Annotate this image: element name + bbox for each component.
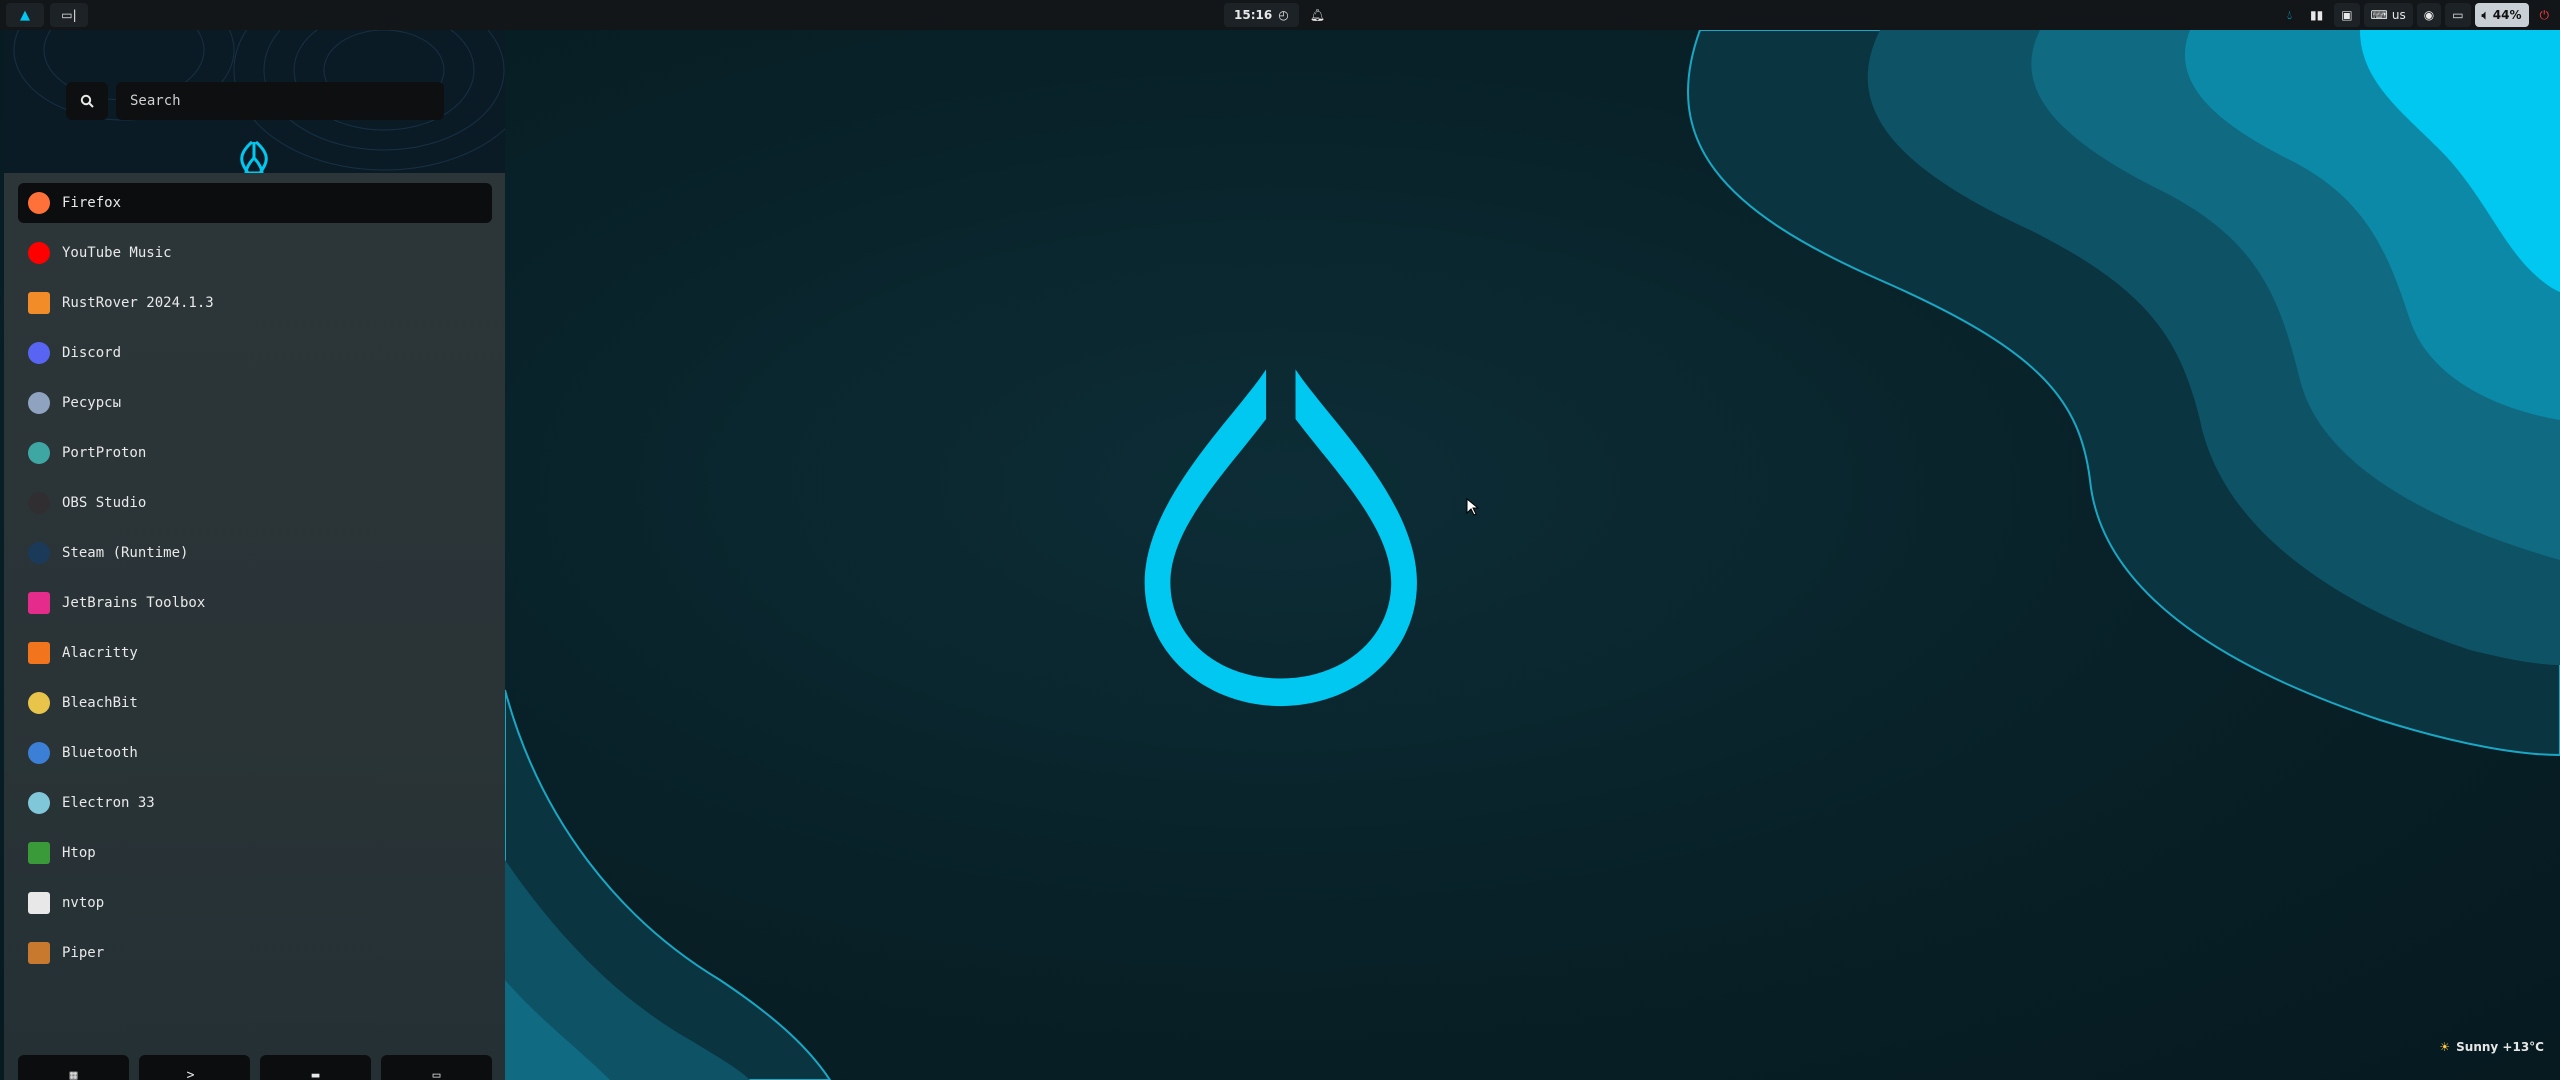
app-item-label: JetBrains Toolbox bbox=[62, 595, 206, 611]
app-item[interactable]: Alacritty bbox=[18, 633, 492, 673]
search-input[interactable] bbox=[116, 82, 444, 120]
launcher-body: Firefox YouTube Music RustRover 2024.1.3 Di… bbox=[4, 173, 505, 1080]
app-item-label: Electron 33 bbox=[62, 795, 155, 811]
portproton-icon bbox=[28, 442, 50, 464]
search-icon bbox=[80, 94, 94, 108]
app-item-label: nvtop bbox=[62, 895, 105, 911]
drop-icon: 💧︎ bbox=[2287, 7, 2292, 22]
clock-text: 15:16 bbox=[1234, 8, 1273, 22]
app-launcher: Firefox YouTube Music RustRover 2024.1.3 Di… bbox=[4, 30, 505, 1080]
keyboard-icon: ⌨ bbox=[2370, 8, 2388, 22]
app-item-label: YouTube Music bbox=[62, 245, 172, 261]
keyboard-layout-indicator[interactable]: ⌨ us bbox=[2363, 3, 2413, 27]
app-item-label: Piper bbox=[62, 945, 105, 961]
window-icon: ▭ bbox=[2452, 8, 2464, 22]
notifications-button[interactable]: 🔔︎ bbox=[1303, 3, 1332, 27]
clock-widget[interactable]: 15:16 ◴ bbox=[1224, 3, 1299, 27]
distro-menu-button[interactable]: ▲ bbox=[6, 3, 44, 27]
firefox-icon bbox=[28, 192, 50, 214]
launcher-header bbox=[4, 30, 505, 173]
window-icon: ▭ bbox=[432, 1067, 441, 1080]
power-icon: ⏻ bbox=[2539, 7, 2550, 22]
obs-icon bbox=[28, 492, 50, 514]
terminal-button[interactable]: >_ bbox=[139, 1055, 250, 1080]
tray-stats-button[interactable]: ▮▮ bbox=[2303, 3, 2330, 27]
app-item-label: Alacritty bbox=[62, 645, 138, 661]
rustrover-icon bbox=[28, 292, 50, 314]
window-icon: ▭| bbox=[61, 8, 77, 22]
discord-icon bbox=[28, 342, 50, 364]
app-item-label: Bluetooth bbox=[62, 745, 138, 761]
app-item-label: Discord bbox=[62, 345, 122, 361]
files-button[interactable]: ▬ bbox=[260, 1055, 371, 1080]
app-item[interactable]: Firefox bbox=[18, 183, 492, 223]
search-button[interactable] bbox=[66, 82, 108, 120]
steam-icon bbox=[28, 542, 50, 564]
terminal-icon: >_ bbox=[186, 1067, 203, 1080]
app-item[interactable]: RustRover 2024.1.3 bbox=[18, 283, 492, 323]
app-item[interactable]: OBS Studio bbox=[18, 483, 492, 523]
app-item-label: BleachBit bbox=[62, 695, 138, 711]
app-item-label: Ресурсы bbox=[62, 395, 122, 411]
htop-icon bbox=[28, 842, 50, 864]
bar-chart-icon: ▮▮ bbox=[2309, 8, 2324, 22]
apps-grid-icon: ▦ bbox=[69, 1067, 78, 1080]
speaker-icon: 🔈︎ bbox=[2481, 7, 2489, 22]
app-item[interactable]: Electron 33 bbox=[18, 783, 492, 823]
app-item[interactable]: JetBrains Toolbox bbox=[18, 583, 492, 623]
image-icon: ▣ bbox=[2341, 8, 2353, 22]
app-item[interactable]: Steam (Runtime) bbox=[18, 533, 492, 573]
app-item-label: Htop bbox=[62, 845, 96, 861]
app-item[interactable]: Ресурсы bbox=[18, 383, 492, 423]
app-item[interactable]: YouTube Music bbox=[18, 233, 492, 273]
top-panel: ▲ ▭| 15:16 ◴ 🔔︎ 💧︎ ▮▮ ▣ ⌨ us ◉ ▭ 🔈︎ 44% … bbox=[0, 0, 2560, 30]
app-item-label: Steam (Runtime) bbox=[62, 545, 189, 561]
app-item[interactable]: BleachBit bbox=[18, 683, 492, 723]
jetbrains-toolbox-icon bbox=[28, 592, 50, 614]
bluetooth-icon bbox=[28, 742, 50, 764]
piper-icon bbox=[28, 942, 50, 964]
app-item-label: RustRover 2024.1.3 bbox=[62, 295, 214, 311]
electron-icon bbox=[28, 792, 50, 814]
app-item-label: OBS Studio bbox=[62, 495, 147, 511]
app-item[interactable]: nvtop bbox=[18, 883, 492, 923]
tray-drop-button[interactable]: 💧︎ bbox=[2280, 3, 2299, 27]
tray-window-button[interactable]: ▭ bbox=[2445, 3, 2471, 27]
distro-logo-icon bbox=[1140, 362, 1420, 726]
mouse-cursor-icon bbox=[1466, 497, 1480, 520]
apps-grid-button[interactable]: ▦ bbox=[18, 1055, 129, 1080]
app-item[interactable]: Discord bbox=[18, 333, 492, 373]
app-item[interactable]: Piper bbox=[18, 933, 492, 973]
volume-indicator[interactable]: 🔈︎ 44% bbox=[2474, 3, 2529, 27]
sun-icon: ☀ bbox=[2439, 1040, 2451, 1054]
weather-text: Sunny +13°C bbox=[2456, 1040, 2544, 1054]
app-item[interactable]: Bluetooth bbox=[18, 733, 492, 773]
bleachbit-icon bbox=[28, 692, 50, 714]
youtube-music-icon bbox=[28, 242, 50, 264]
folder-icon: ▬ bbox=[311, 1067, 320, 1080]
arch-logo-icon: ▲ bbox=[20, 7, 30, 23]
app-item[interactable]: PortProton bbox=[18, 433, 492, 473]
tray-screenshot-button[interactable]: ▣ bbox=[2334, 3, 2360, 27]
resources-icon bbox=[28, 392, 50, 414]
tray-discord-button[interactable]: ◉ bbox=[2416, 3, 2442, 27]
discord-icon: ◉ bbox=[2423, 8, 2435, 22]
volume-text: 44% bbox=[2492, 8, 2522, 22]
launcher-dock: ▦ >_ ▬ ▭ bbox=[18, 1055, 492, 1080]
bell-icon: 🔔︎ bbox=[1309, 8, 1325, 22]
power-button[interactable]: ⏻ bbox=[2533, 3, 2557, 27]
alacritty-icon bbox=[28, 642, 50, 664]
app-list: Firefox YouTube Music RustRover 2024.1.3 Di… bbox=[18, 183, 492, 983]
app-item-label: Firefox bbox=[62, 195, 122, 211]
clock-icon: ◴ bbox=[1278, 8, 1289, 22]
workspace-button[interactable]: ▭| bbox=[50, 3, 88, 27]
nvtop-icon bbox=[28, 892, 50, 914]
app-item[interactable]: Htop bbox=[18, 833, 492, 873]
weather-widget[interactable]: ☀ Sunny +13°C bbox=[2439, 1040, 2544, 1054]
windows-button[interactable]: ▭ bbox=[381, 1055, 492, 1080]
app-item-label: PortProton bbox=[62, 445, 147, 461]
keyboard-layout-text: us bbox=[2391, 8, 2406, 22]
